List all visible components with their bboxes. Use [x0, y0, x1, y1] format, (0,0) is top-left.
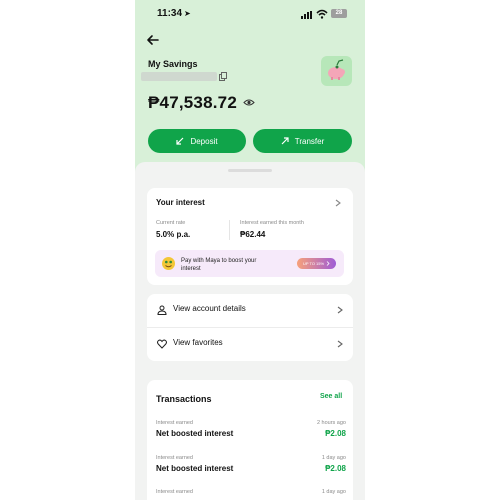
current-rate-value: 5.0% p.a. — [156, 230, 191, 239]
boost-pill-label: UP TO 15% — [302, 261, 325, 266]
transaction-name: Net boosted interest — [156, 429, 234, 438]
status-bar: 11:34 ➤ 28 — [135, 6, 365, 22]
back-arrow-icon[interactable] — [146, 33, 160, 47]
transaction-item[interactable]: Interest earned Net boosted interest 1 d… — [156, 455, 346, 483]
interest-card[interactable]: Your interest Current rate 5.0% p.a. Int… — [147, 188, 353, 285]
transaction-amount: ₱2.08 — [325, 464, 346, 473]
transactions-title: Transactions — [156, 394, 212, 404]
current-rate-label: Current rate — [156, 220, 186, 226]
transaction-category: Interest earned — [156, 489, 193, 495]
chevron-right-icon — [337, 340, 343, 348]
bottom-sheet: Your interest Current rate 5.0% p.a. Int… — [135, 162, 365, 500]
deposit-button[interactable]: Deposit — [148, 129, 246, 153]
balance-amount: ₱47,538.72 — [148, 93, 237, 112]
status-time: 11:34 ➤ — [157, 8, 191, 19]
transaction-category: Interest earned — [156, 420, 193, 426]
piggy-bank-icon — [321, 56, 352, 86]
transaction-time: 2 hours ago — [316, 420, 346, 426]
menu-item-account-details[interactable]: View account details — [147, 294, 353, 328]
money-face-icon — [162, 257, 175, 270]
transfer-button[interactable]: Transfer — [253, 129, 352, 153]
interest-earned-label: Interest earned this month — [240, 220, 304, 226]
chevron-right-icon — [337, 306, 343, 314]
arrow-down-left-icon — [176, 137, 184, 145]
deposit-label: Deposit — [190, 136, 218, 146]
heart-icon — [157, 339, 167, 349]
cellular-signal-icon — [301, 11, 314, 19]
menu-item-label: View account details — [173, 304, 246, 313]
transactions-card: Transactions See all Interest earned Net… — [147, 380, 353, 500]
menu-item-label: View favorites — [173, 338, 223, 347]
eye-icon[interactable] — [243, 98, 255, 107]
location-arrow-icon: ➤ — [184, 9, 191, 18]
sheet-handle[interactable] — [228, 169, 272, 172]
transaction-item[interactable]: Interest earned 1 day ago — [156, 489, 346, 500]
transaction-category: Interest earned — [156, 455, 193, 461]
transaction-time: 1 day ago — [321, 489, 346, 495]
transaction-name: Net boosted interest — [156, 464, 234, 473]
see-all-link[interactable]: See all — [320, 393, 342, 400]
person-icon — [157, 305, 167, 315]
chevron-right-icon — [326, 261, 330, 266]
interest-earned-value: ₱62.44 — [240, 230, 266, 239]
phone-screen: 11:34 ➤ 28 My Savings ₱47,538.72 Deposit… — [135, 0, 365, 500]
account-menu-card: View account details View favorites — [147, 294, 353, 361]
menu-item-favorites[interactable]: View favorites — [147, 328, 353, 361]
divider — [229, 220, 230, 240]
boost-pill[interactable]: UP TO 15% — [297, 258, 336, 269]
maya-promo-banner[interactable]: Pay with Maya to boost your interest UP … — [155, 250, 344, 277]
interest-card-title: Your interest — [156, 198, 205, 207]
battery-icon: 28 — [331, 9, 347, 18]
savings-header: 11:34 ➤ 28 My Savings ₱47,538.72 Deposit… — [135, 0, 365, 180]
status-time-text: 11:34 — [157, 8, 183, 19]
copy-icon[interactable] — [219, 72, 227, 81]
transaction-amount: ₱2.08 — [325, 429, 346, 438]
transaction-item[interactable]: Interest earned Net boosted interest 2 h… — [156, 420, 346, 448]
wifi-icon — [316, 9, 328, 19]
account-number-redacted — [141, 72, 217, 81]
chevron-right-icon[interactable] — [335, 199, 341, 207]
transaction-time: 1 day ago — [321, 455, 346, 461]
transfer-label: Transfer — [294, 136, 325, 146]
arrow-up-right-icon — [281, 137, 289, 145]
page-title: My Savings — [148, 59, 198, 69]
promo-text: Pay with Maya to boost your interest — [181, 258, 257, 272]
